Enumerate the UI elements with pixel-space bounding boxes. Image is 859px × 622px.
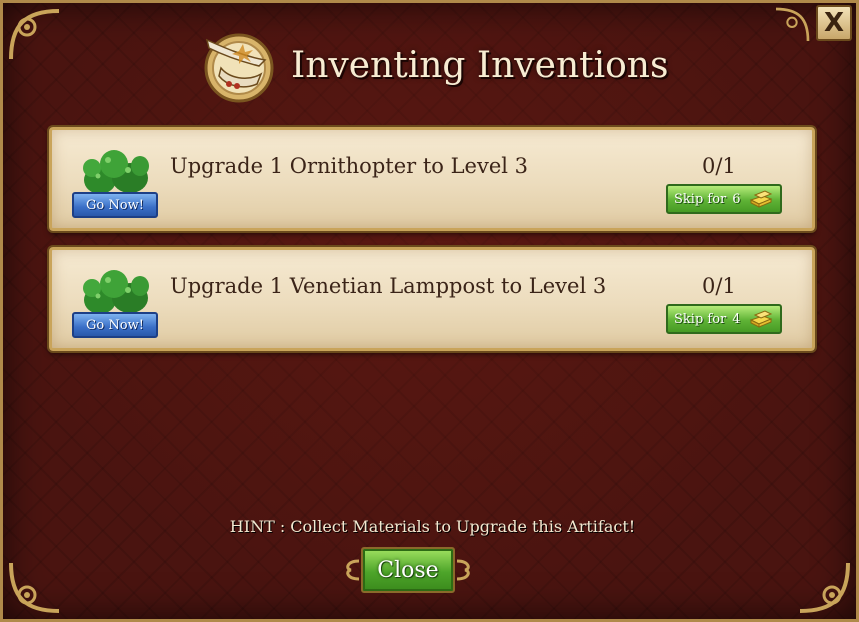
skip-cost: 4 <box>732 311 741 327</box>
ornithopter-emblem-icon <box>204 33 274 103</box>
gold-bars-icon <box>749 190 772 208</box>
go-now-button[interactable]: Go Now! <box>72 312 158 338</box>
skip-label: Skip for <box>674 191 727 207</box>
go-now-label: Go Now! <box>86 197 144 213</box>
scroll-ornament-icon <box>456 559 470 581</box>
gold-bars-icon <box>749 310 772 328</box>
quest-row: Go Now! Upgrade 1 Venetian Lamppost to L… <box>49 247 815 351</box>
close-button-frame: Close <box>343 547 473 597</box>
close-x-button[interactable]: X <box>816 5 852 41</box>
quest-row: Go Now! Upgrade 1 Ornithopter to Level 3… <box>49 127 815 231</box>
close-button[interactable]: Close <box>361 547 455 593</box>
quest-dialog: X Inventing Inventions Go Now! Upgrade 1… <box>0 0 859 622</box>
dialog-header: Inventing Inventions <box>199 25 668 105</box>
skip-button[interactable]: Skip for 6 <box>666 184 782 214</box>
go-now-button[interactable]: Go Now! <box>72 192 158 218</box>
corner-ornament-top-left <box>5 5 65 65</box>
dialog-title: Inventing Inventions <box>291 44 669 86</box>
skip-button[interactable]: Skip for 4 <box>666 304 782 334</box>
skip-cost: 6 <box>732 191 741 207</box>
quest-progress: 0/1 <box>702 154 736 178</box>
corner-ornament-bottom-right <box>794 557 854 617</box>
close-x-label: X <box>823 8 845 38</box>
go-now-label: Go Now! <box>86 317 144 333</box>
close-button-label: Close <box>377 557 439 583</box>
corner-ornament-bottom-left <box>5 557 65 617</box>
skip-label: Skip for <box>674 311 727 327</box>
quest-progress: 0/1 <box>702 274 736 298</box>
quest-description: Upgrade 1 Ornithopter to Level 3 <box>170 154 529 178</box>
hint-text: HINT : Collect Materials to Upgrade this… <box>229 517 636 536</box>
corner-ornament-top-right <box>772 5 812 45</box>
scroll-ornament-icon <box>346 559 360 581</box>
quest-description: Upgrade 1 Venetian Lamppost to Level 3 <box>170 274 607 298</box>
